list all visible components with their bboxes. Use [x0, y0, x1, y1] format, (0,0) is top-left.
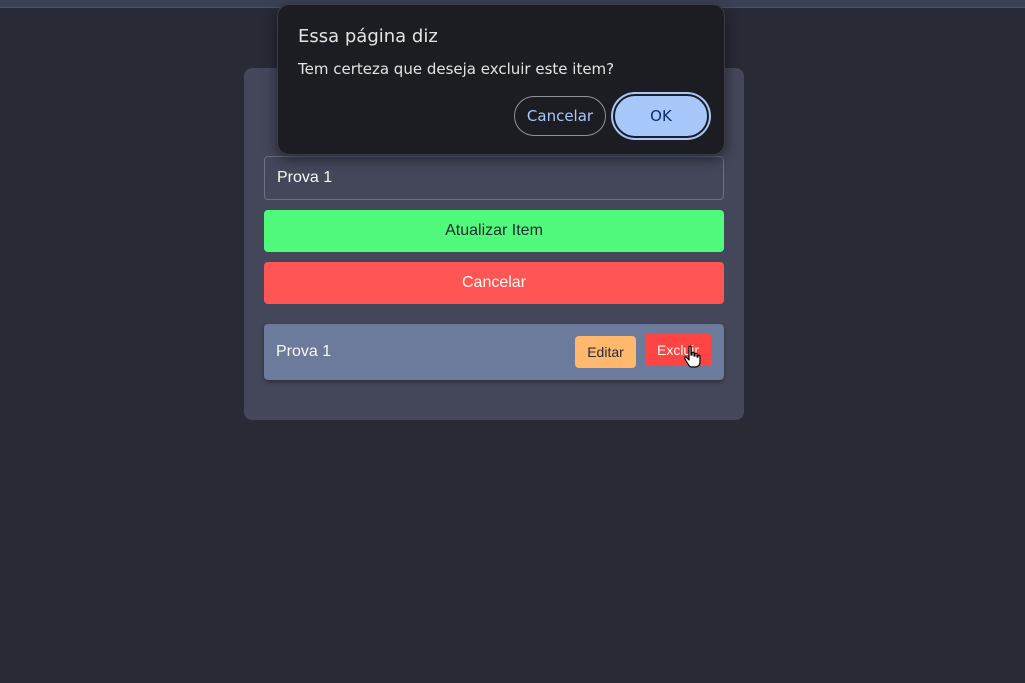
- list-item-label: Prova 1: [276, 343, 332, 360]
- edit-button[interactable]: Editar: [575, 336, 636, 368]
- dialog-cancel-button[interactable]: Cancelar: [514, 96, 606, 136]
- cancel-edit-button[interactable]: Cancelar: [264, 262, 724, 304]
- item-name-input[interactable]: [264, 156, 724, 200]
- update-item-button[interactable]: Atualizar Item: [264, 210, 724, 252]
- hand-pointer-icon: [684, 345, 701, 368]
- list-item: Prova 1 Editar Excluir: [264, 324, 724, 380]
- dialog-title: Essa página diz: [298, 26, 438, 47]
- dialog-ok-button[interactable]: OK: [613, 94, 709, 138]
- confirm-dialog: Essa página diz Tem certeza que deseja e…: [277, 4, 725, 155]
- dialog-message: Tem certeza que deseja excluir este item…: [298, 60, 615, 78]
